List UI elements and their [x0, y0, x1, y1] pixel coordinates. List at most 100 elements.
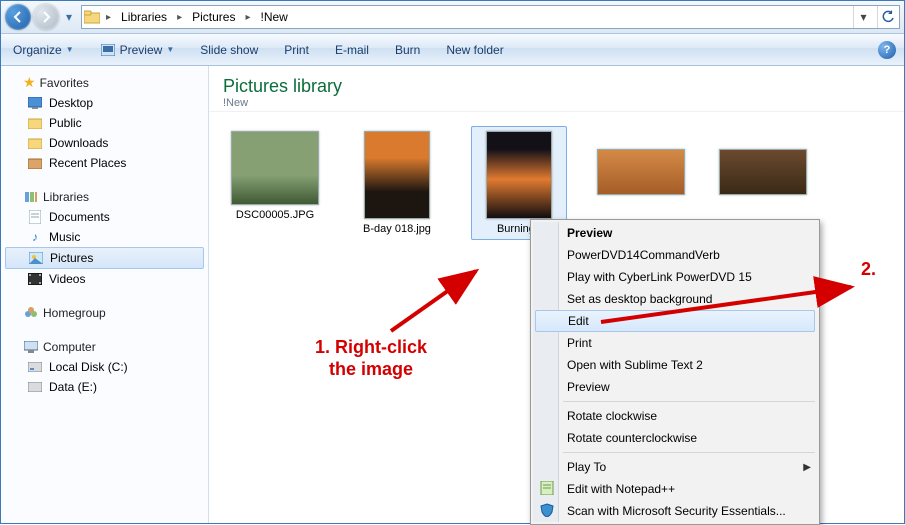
organize-label: Organize: [13, 43, 62, 57]
thumbnail-image: [597, 149, 685, 195]
sidebar-item-music[interactable]: ♪Music: [5, 227, 208, 247]
thumbnail-image: [364, 131, 430, 219]
organize-button[interactable]: Organize▼: [9, 41, 78, 59]
ctx-item-label: Scan with Microsoft Security Essentials.…: [567, 504, 786, 518]
homegroup-group: Homegroup: [5, 303, 208, 323]
breadcrumb-new[interactable]: !New: [256, 6, 291, 28]
recent-icon: [27, 155, 43, 171]
ctx-edit-notepadpp[interactable]: Edit with Notepad++: [533, 478, 817, 500]
ctx-preview[interactable]: Preview: [533, 222, 817, 244]
chevron-right-icon[interactable]: ▸: [243, 12, 252, 23]
file-item[interactable]: B-day 018.jpg: [349, 126, 445, 240]
ctx-item-label: PowerDVD14CommandVerb: [567, 248, 720, 262]
ctx-item-label: Print: [567, 336, 592, 350]
file-item[interactable]: DSC00005.JPG: [227, 126, 323, 226]
context-menu: Preview PowerDVD14CommandVerb Play with …: [530, 219, 820, 525]
ctx-item-label: Preview: [567, 380, 610, 394]
breadcrumb-pictures[interactable]: Pictures: [188, 6, 239, 28]
command-bar: Organize▼ Preview▼ Slide show Print E-ma…: [1, 34, 904, 66]
homegroup-label: Homegroup: [43, 306, 106, 320]
sidebar-item-drive-c[interactable]: Local Disk (C:): [5, 357, 208, 377]
file-label: DSC00005.JPG: [236, 209, 314, 221]
sidebar-item-label: Local Disk (C:): [49, 360, 128, 374]
ctx-rotate-cw[interactable]: Rotate clockwise: [533, 405, 817, 427]
back-button[interactable]: [5, 4, 31, 30]
library-title: Pictures library: [223, 76, 890, 97]
nav-history-dropdown[interactable]: ▾: [61, 7, 77, 27]
shield-icon: [538, 503, 556, 520]
email-label: E-mail: [335, 43, 369, 57]
libraries-label: Libraries: [43, 190, 89, 204]
preview-icon: [100, 42, 116, 58]
ctx-powerdvd15[interactable]: Play with CyberLink PowerDVD 15: [533, 266, 817, 288]
newfolder-label: New folder: [446, 43, 503, 57]
breadcrumb-libraries[interactable]: Libraries: [117, 6, 171, 28]
address-bar[interactable]: ▸ Libraries ▸ Pictures ▸ !New ▾: [81, 5, 900, 29]
slideshow-label: Slide show: [200, 43, 258, 57]
newfolder-button[interactable]: New folder: [442, 41, 507, 59]
ctx-rotate-ccw[interactable]: Rotate counterclockwise: [533, 427, 817, 449]
ctx-item-label: Preview: [567, 226, 612, 240]
libraries-icon: [23, 189, 39, 205]
sidebar-item-downloads[interactable]: Downloads: [5, 133, 208, 153]
folder-icon: [27, 135, 43, 151]
libraries-header[interactable]: Libraries: [5, 187, 208, 207]
ctx-open-sublime[interactable]: Open with Sublime Text 2: [533, 354, 817, 376]
chevron-right-icon[interactable]: ▸: [175, 12, 184, 23]
folder-icon: [84, 9, 100, 25]
refresh-button[interactable]: [877, 6, 897, 28]
address-dropdown[interactable]: ▾: [853, 6, 873, 28]
chevron-down-icon: ▼: [166, 45, 174, 54]
ctx-separator: [563, 452, 815, 453]
ctx-powerdvd14[interactable]: PowerDVD14CommandVerb: [533, 244, 817, 266]
help-button[interactable]: ?: [878, 41, 896, 59]
sidebar-item-public[interactable]: Public: [5, 113, 208, 133]
nav-buttons: ▾: [5, 4, 77, 30]
burn-label: Burn: [395, 43, 420, 57]
sidebar-item-label: Documents: [49, 210, 110, 224]
sidebar-item-documents[interactable]: Documents: [5, 207, 208, 227]
ctx-play-to[interactable]: Play To▶: [533, 456, 817, 478]
ctx-edit[interactable]: Edit: [535, 310, 815, 332]
documents-icon: [27, 209, 43, 225]
preview-label: Preview: [120, 43, 163, 57]
sidebar-item-recent[interactable]: Recent Places: [5, 153, 208, 173]
sidebar-item-drive-e[interactable]: Data (E:): [5, 377, 208, 397]
preview-button[interactable]: Preview▼: [96, 40, 179, 60]
sidebar-item-desktop[interactable]: Desktop: [5, 93, 208, 113]
print-button[interactable]: Print: [280, 41, 313, 59]
favorites-group: ★Favorites Desktop Public Downloads Rece…: [5, 72, 208, 173]
email-button[interactable]: E-mail: [331, 41, 373, 59]
desktop-icon: [27, 95, 43, 111]
homegroup-header[interactable]: Homegroup: [5, 303, 208, 323]
ctx-item-label: Rotate counterclockwise: [567, 431, 697, 445]
ctx-set-background[interactable]: Set as desktop background: [533, 288, 817, 310]
pictures-icon: [28, 250, 44, 266]
ctx-preview2[interactable]: Preview: [533, 376, 817, 398]
music-icon: ♪: [27, 229, 43, 245]
favorites-header[interactable]: ★Favorites: [5, 72, 208, 93]
computer-header[interactable]: Computer: [5, 337, 208, 357]
burn-button[interactable]: Burn: [391, 41, 424, 59]
homegroup-icon: [23, 305, 39, 321]
favorites-label: Favorites: [40, 76, 89, 90]
sidebar-item-pictures[interactable]: Pictures: [5, 247, 204, 269]
chevron-right-icon[interactable]: ▸: [104, 12, 113, 23]
forward-button[interactable]: [33, 4, 59, 30]
library-subtitle: !New: [223, 97, 890, 109]
library-header: Pictures library !New: [209, 66, 904, 112]
sidebar-item-videos[interactable]: Videos: [5, 269, 208, 289]
drive-icon: [27, 379, 43, 395]
file-item[interactable]: [715, 144, 811, 200]
slideshow-button[interactable]: Slide show: [196, 41, 262, 59]
ctx-print[interactable]: Print: [533, 332, 817, 354]
ctx-separator: [563, 401, 815, 402]
computer-label: Computer: [43, 340, 96, 354]
ctx-scan-mse[interactable]: Scan with Microsoft Security Essentials.…: [533, 500, 817, 522]
file-item[interactable]: [593, 144, 689, 200]
thumbnail-image: [231, 131, 319, 205]
drive-icon: [27, 359, 43, 375]
sidebar-item-label: Videos: [49, 272, 85, 286]
sidebar-item-label: Downloads: [49, 136, 108, 150]
sidebar-item-label: Recent Places: [49, 156, 126, 170]
